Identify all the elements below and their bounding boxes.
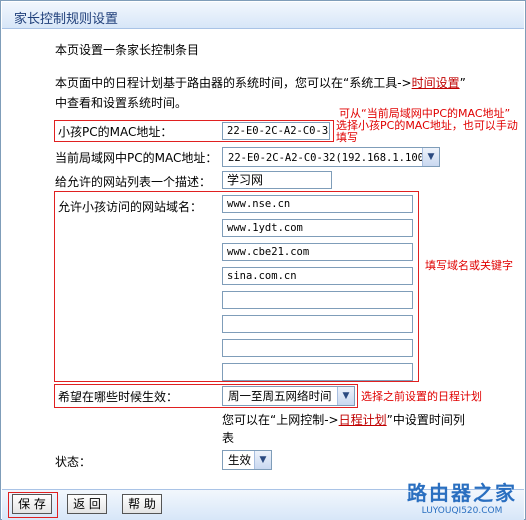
help-button[interactable]: 帮 助 bbox=[122, 494, 162, 514]
domain-input-7[interactable] bbox=[222, 339, 413, 357]
schedule-hint-line1: 您可以在“上网控制->日程计划”中设置时间列 bbox=[222, 411, 465, 428]
intro-text: 本页设置一条家长控制条目 bbox=[55, 43, 200, 57]
schedule-annotation: 选择之前设置的日程计划 bbox=[361, 390, 482, 403]
mac-label: 小孩PC的MAC地址： bbox=[58, 125, 173, 139]
watermark-main: 路由器之家 bbox=[407, 481, 517, 505]
schedule-link[interactable]: 日程计划 bbox=[339, 413, 387, 427]
back-button[interactable]: 返 回 bbox=[67, 494, 107, 514]
schedule-hint-suffix: ”中设置时间列 bbox=[386, 413, 465, 427]
description-input[interactable]: 学习网 bbox=[222, 171, 332, 189]
chevron-down-icon[interactable]: ▼ bbox=[337, 387, 354, 405]
schedule-label: 希望在哪些时候生效： bbox=[58, 390, 179, 404]
domain-input-2[interactable]: www.1ydt.com bbox=[222, 219, 413, 237]
domain-input-5[interactable] bbox=[222, 291, 413, 309]
watermark: 路由器之家 LUYOUQI520.COM bbox=[407, 477, 517, 516]
current-mac-select[interactable]: 22-E0-2C-A2-C0-32(192.168.1.100) ▼ bbox=[222, 147, 440, 167]
watermark-sub: LUYOUQI520.COM bbox=[421, 506, 503, 516]
domain-annotation: 填写域名或关键字 bbox=[425, 259, 513, 272]
description-label: 给允许的网站列表一个描述： bbox=[55, 175, 212, 189]
schedule-hint-prefix: 您可以在“上网控制-> bbox=[222, 413, 339, 427]
time-note-line2: 中查看和设置系统时间。 bbox=[55, 96, 188, 110]
mac-annotation-line2: 选择小孩PC的MAC地址，也可以手动 bbox=[336, 119, 518, 132]
save-button[interactable]: 保 存 bbox=[12, 494, 52, 514]
schedule-select[interactable]: 周一至周五网络时间 ▼ bbox=[222, 386, 355, 406]
domains-label: 允许小孩访问的网站域名： bbox=[58, 200, 203, 214]
time-note-line1: 本页面中的日程计划基于路由器的系统时间，您可以在“系统工具->时间设置” bbox=[55, 74, 466, 91]
status-label: 状态： bbox=[55, 455, 92, 469]
time-note-prefix: 本页面中的日程计划基于路由器的系统时间，您可以在“系统工具-> bbox=[55, 76, 412, 90]
title-bar: 家长控制规则设置 bbox=[2, 2, 524, 29]
domain-input-6[interactable] bbox=[222, 315, 413, 333]
domain-input-3[interactable]: www.cbe21.com bbox=[222, 243, 413, 261]
time-settings-link[interactable]: 时间设置 bbox=[412, 76, 460, 90]
chevron-down-icon[interactable]: ▼ bbox=[422, 148, 439, 166]
status-select[interactable]: 生效 ▼ bbox=[222, 450, 272, 470]
window-title: 家长控制规则设置 bbox=[14, 12, 119, 27]
current-mac-selected: 22-E0-2C-A2-C0-32(192.168.1.100) bbox=[228, 152, 431, 164]
mac-annotation-line3: 填写 bbox=[336, 131, 358, 144]
chevron-down-icon[interactable]: ▼ bbox=[254, 451, 271, 469]
domain-input-8[interactable] bbox=[222, 363, 413, 381]
mac-input[interactable]: 22-E0-2C-A2-C0-32 bbox=[222, 122, 330, 140]
time-note-suffix: ” bbox=[459, 76, 466, 90]
domain-input-4[interactable]: sina.com.cn bbox=[222, 267, 413, 285]
domain-input-1[interactable]: www.nse.cn bbox=[222, 195, 413, 213]
status-selected: 生效 bbox=[228, 453, 251, 467]
current-mac-label: 当前局域网中PC的MAC地址： bbox=[55, 151, 218, 165]
schedule-selected: 周一至周五网络时间 bbox=[228, 389, 332, 403]
dialog-frame: 家长控制规则设置 本页设置一条家长控制条目 本页面中的日程计划基于路由器的系统时… bbox=[0, 0, 526, 520]
schedule-hint-line2: 表 bbox=[222, 431, 235, 445]
